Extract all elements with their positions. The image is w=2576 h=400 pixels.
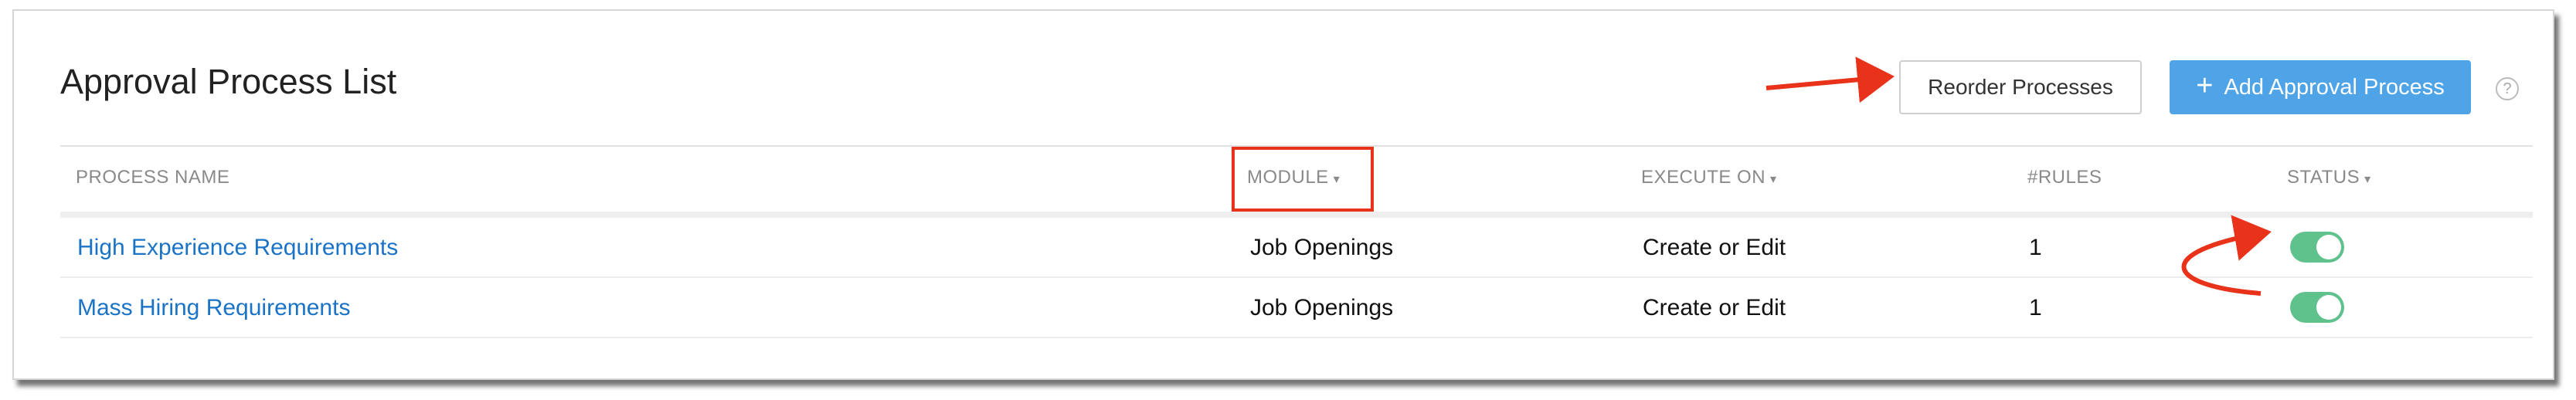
approval-process-panel: Approval Process List Reorder Processes … — [12, 9, 2554, 380]
arrow-to-reorder — [1765, 56, 1895, 103]
annotation-arrows — [1765, 56, 2272, 296]
curved-arrow-between-toggles — [2181, 215, 2272, 296]
